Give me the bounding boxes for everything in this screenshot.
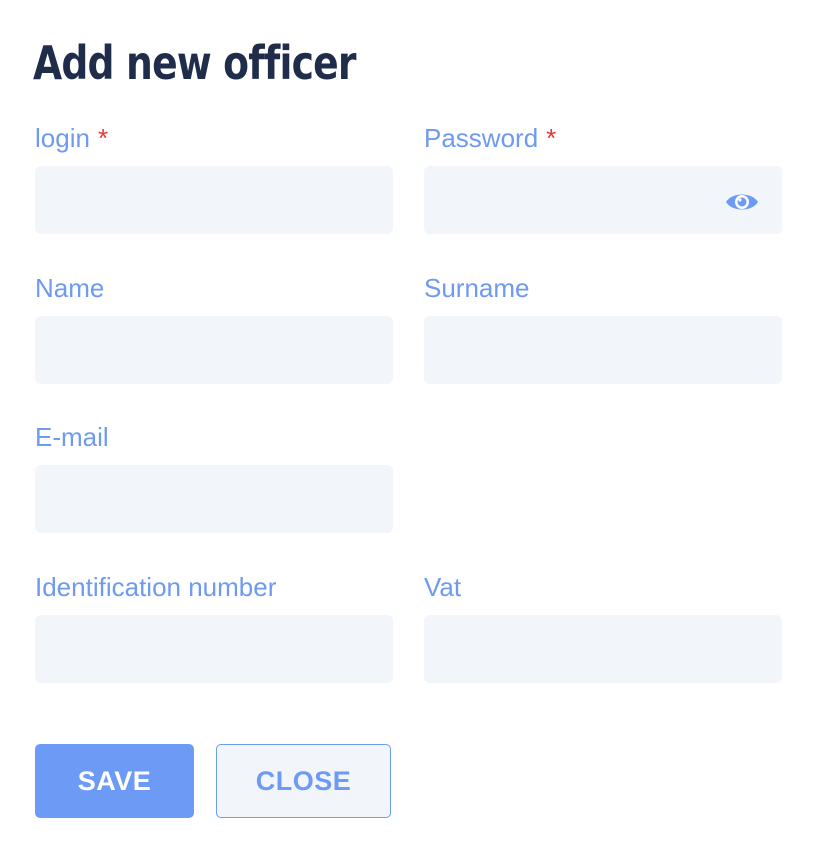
vat-label: Vat: [424, 572, 462, 602]
required-asterisk: *: [546, 123, 557, 153]
close-button[interactable]: CLOSE: [216, 744, 391, 818]
login-label: login *: [35, 123, 108, 153]
vat-input[interactable]: [424, 615, 782, 683]
password-label: Password *: [424, 123, 556, 153]
name-input[interactable]: [35, 316, 393, 384]
surname-label: Surname: [424, 273, 530, 303]
save-button[interactable]: SAVE: [35, 744, 194, 818]
identification-number-input[interactable]: [35, 615, 393, 683]
password-label-text: Password: [424, 123, 539, 153]
identification-number-label: Identification number: [35, 572, 277, 602]
surname-input[interactable]: [424, 316, 782, 384]
eye-icon[interactable]: [724, 188, 760, 216]
email-input[interactable]: [35, 465, 393, 533]
name-label: Name: [35, 273, 105, 303]
login-label-text: login: [35, 123, 90, 153]
required-asterisk: *: [97, 123, 109, 153]
email-label: E-mail: [35, 422, 109, 452]
login-input[interactable]: [35, 166, 393, 234]
page-title: Add new officer: [33, 36, 356, 90]
